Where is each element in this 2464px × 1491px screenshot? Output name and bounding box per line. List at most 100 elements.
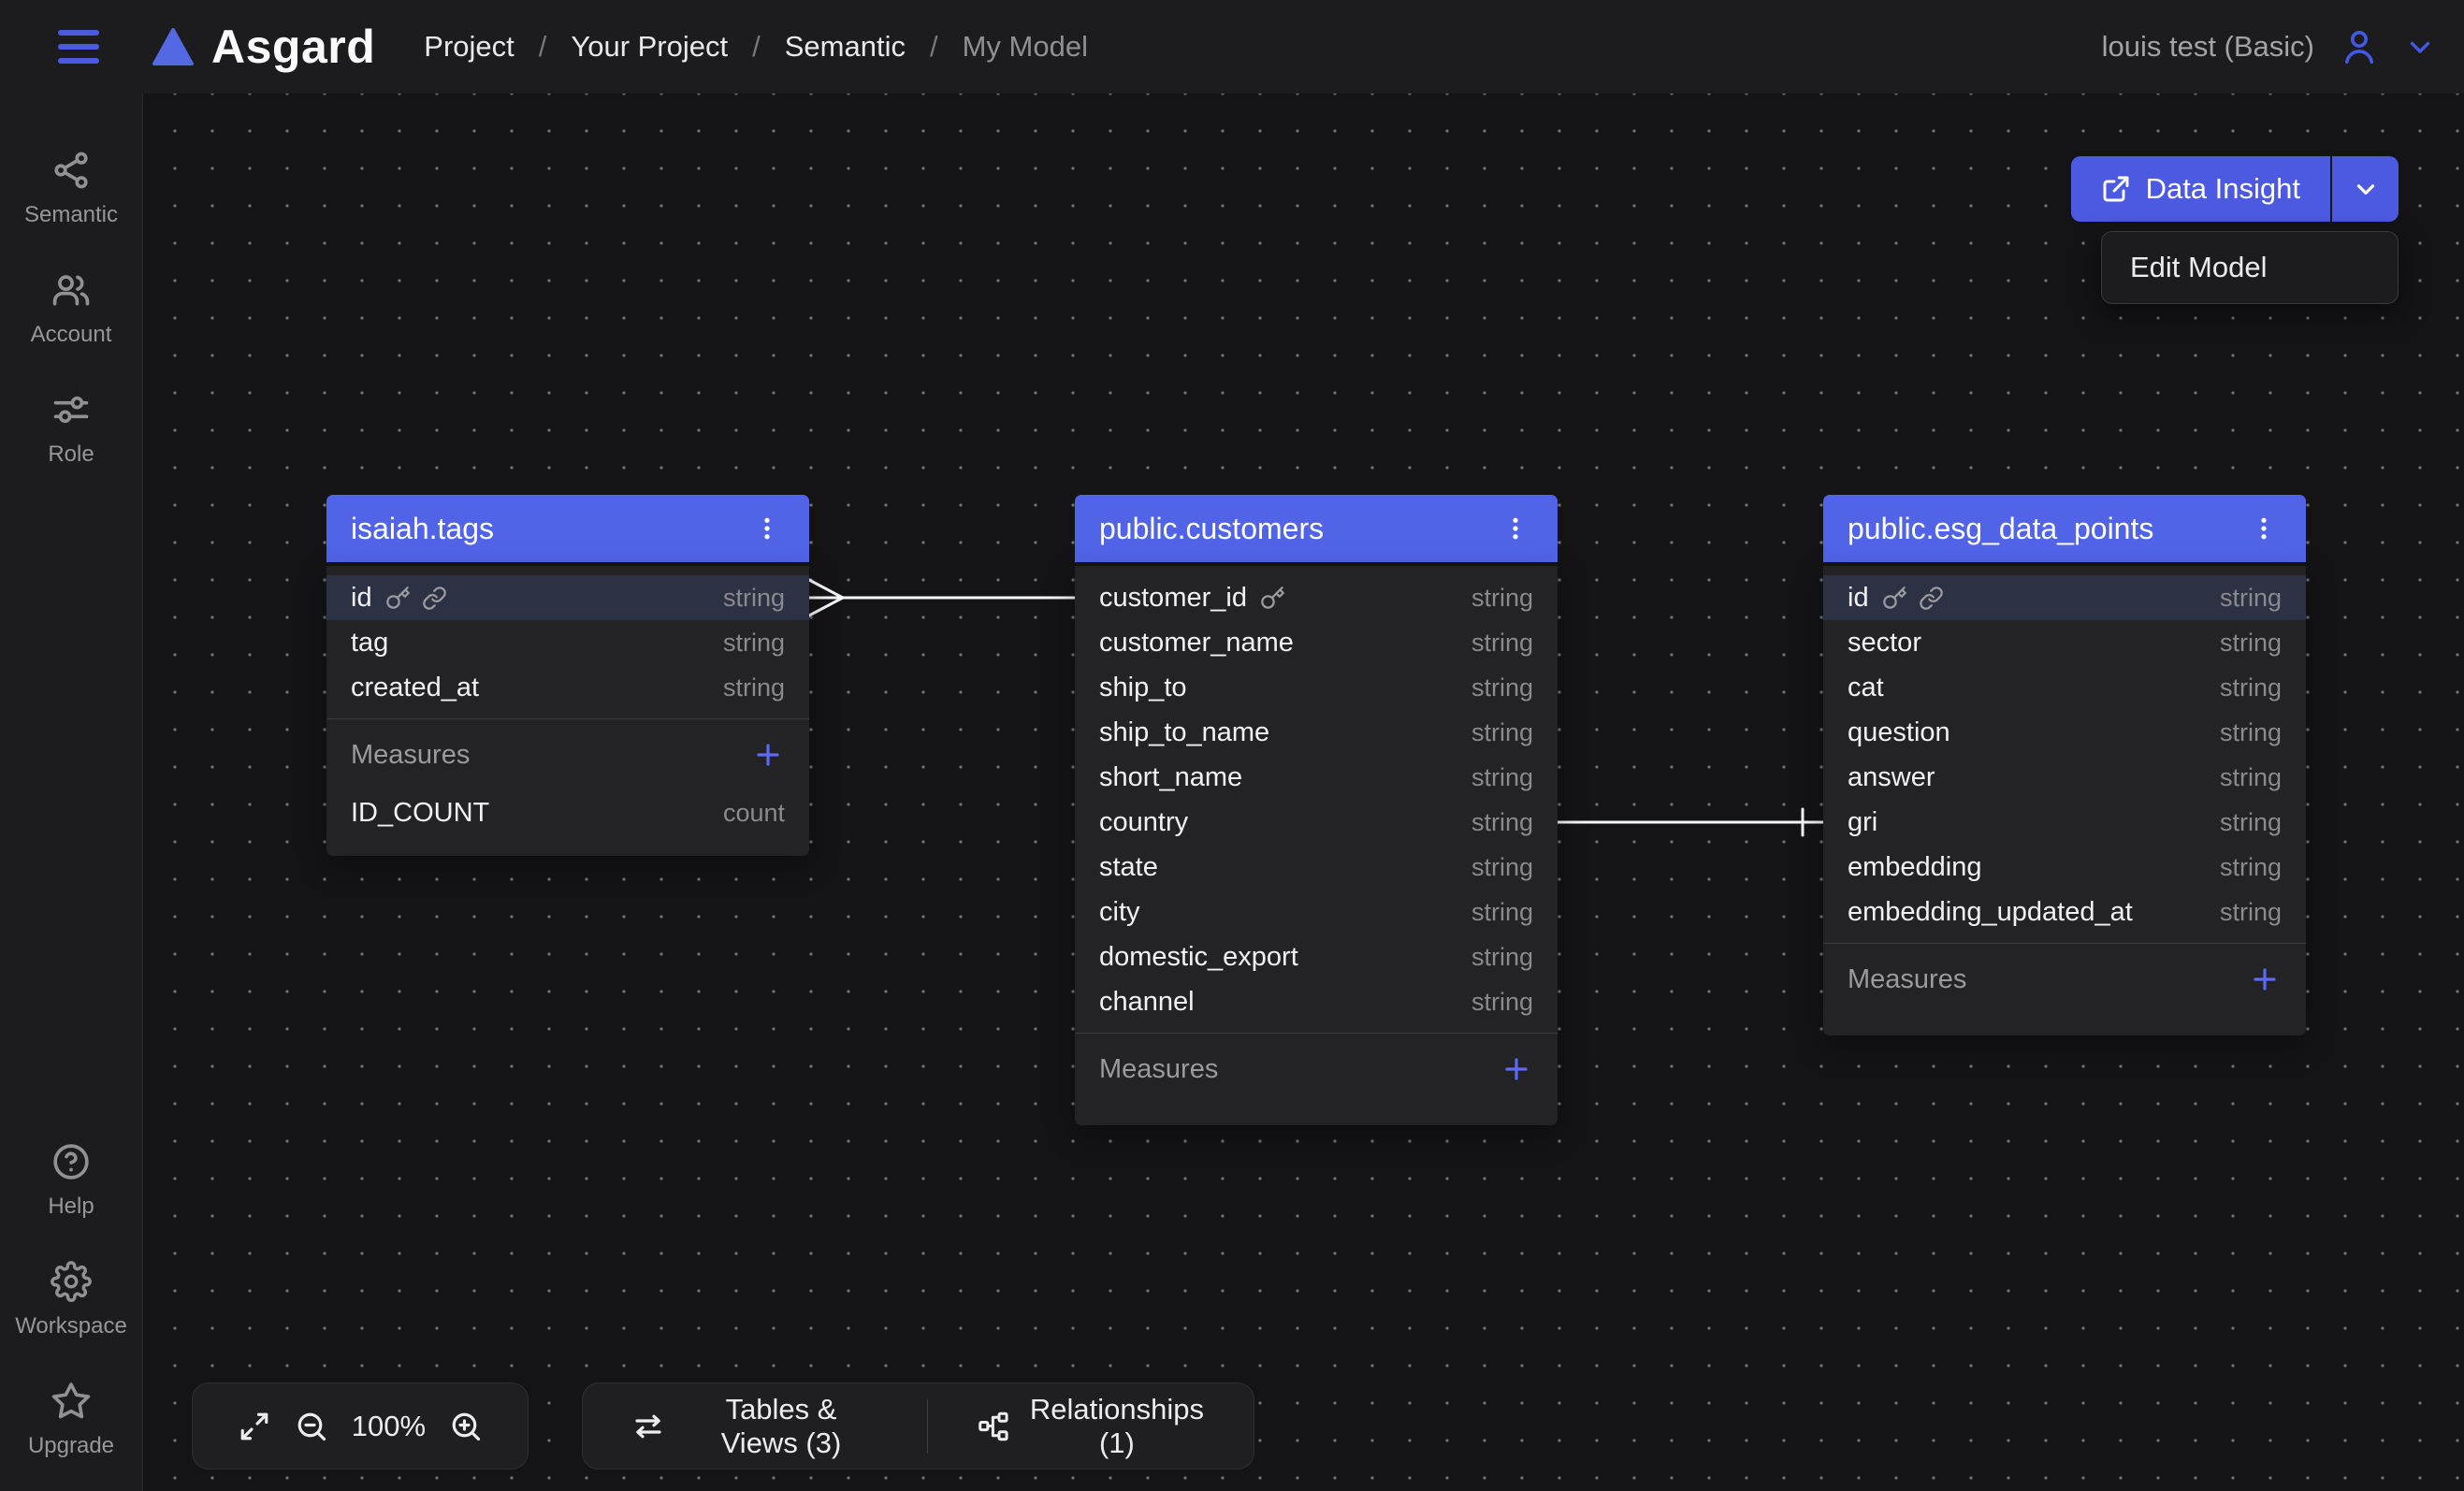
column-row[interactable]: countrystring [1075,800,1558,845]
table-body: customer_idstringcustomer_namestringship… [1075,566,1558,1125]
column-row[interactable]: ship_tostring [1075,665,1558,710]
column-row[interactable]: statestring [1075,845,1558,890]
column-name: short_name [1099,762,1242,793]
column-row[interactable]: channelstring [1075,979,1558,1024]
column-name: embedding_updated_at [1848,897,2133,928]
kebab-menu-icon[interactable] [749,511,785,546]
column-type: string [2220,853,2282,882]
measure-name: ID_COUNT [351,798,489,829]
breadcrumb-item[interactable]: Your Project [571,30,728,64]
column-row[interactable]: questionstring [1823,710,2306,755]
column-name: created_at [351,673,479,703]
breadcrumb-item[interactable]: Project [424,30,514,64]
table-header[interactable]: public.esg_data_points [1823,495,2306,562]
table-card: public.esg_data_points idstringsectorstr… [1823,495,2306,1035]
data-insight-dropdown-toggle[interactable] [2330,156,2399,222]
measures-label: Measures [1848,964,2248,995]
sidebar-item-upgrade[interactable]: Upgrade [28,1381,114,1459]
account-chevron-down-icon[interactable] [2404,31,2436,63]
tab-tables-views[interactable]: Tables & Views (3) [583,1393,927,1460]
table-header[interactable]: public.customers [1075,495,1558,562]
data-insight-button[interactable]: Data Insight [2071,156,2330,222]
app-window: Asgard Project/Your Project/Semantic/My … [0,0,2464,1491]
tab-relationships[interactable]: Relationships (1) [928,1393,1254,1460]
column-row[interactable]: citystring [1075,890,1558,934]
column-row[interactable]: short_namestring [1075,755,1558,800]
sidebar-item-label: Help [48,1194,94,1220]
key-icon [1260,586,1285,611]
table-header[interactable]: isaiah.tags [326,495,809,562]
sidebar-item-role[interactable]: Role [48,389,94,468]
table-title: isaiah.tags [351,512,749,546]
zoom-out-icon [295,1410,328,1443]
breadcrumb-separator: / [539,30,547,64]
edit-model-menu-item[interactable]: Edit Model [2102,232,2398,303]
user-plan-label: louis test (Basic) [2102,30,2314,64]
zoom-in-button[interactable] [449,1410,483,1443]
column-row[interactable]: gristring [1823,800,2306,845]
column-row[interactable]: catstring [1823,665,2306,710]
column-row[interactable]: embedding string [1823,845,2306,890]
column-type: string [1471,673,1533,702]
semantic-graph-icon [51,150,92,191]
column-type: string [1471,808,1533,837]
hamburger-menu-icon[interactable] [54,26,103,67]
column-row[interactable]: sectorstring [1823,620,2306,665]
sidebar-item-account[interactable]: Account [31,269,112,348]
column-type: string [723,629,785,658]
triangle-logo-icon [152,27,195,66]
sidebar-item-semantic[interactable]: Semantic [24,150,118,228]
column-name: state [1099,852,1158,883]
column-row[interactable]: idstring [326,575,809,620]
column-row[interactable]: domestic_exportstring [1075,934,1558,979]
add-measure-button[interactable] [1500,1052,1533,1086]
column-name: ship_to_name [1099,717,1269,748]
column-name: id [1848,583,1869,614]
column-row[interactable]: answerstring [1823,755,2306,800]
table-card: isaiah.tags idstringtagstringcreated_ats… [326,495,809,856]
fit-view-button[interactable] [238,1410,271,1443]
top-bar: Asgard Project/Your Project/Semantic/My … [0,0,2464,94]
add-measure-button[interactable] [751,738,785,772]
users-icon [51,269,92,311]
column-name: answer [1848,762,1935,793]
star-icon [51,1381,92,1422]
sliders-icon [51,389,92,430]
tab-label: Relationships (1) [1029,1393,1205,1460]
column-name: id [351,583,372,614]
breadcrumb-separator: / [752,30,761,64]
sidebar-item-help[interactable]: Help [48,1141,94,1220]
column-row[interactable]: tagstring [326,620,809,665]
column-row[interactable]: ship_to_namestring [1075,710,1558,755]
column-row[interactable]: customer_idstring [1075,575,1558,620]
key-icon [1882,586,1907,611]
kebab-menu-icon[interactable] [2246,511,2282,546]
column-type: string [1471,898,1533,927]
measures-label: Measures [1099,1054,1500,1085]
breadcrumb-item[interactable]: Semantic [785,30,906,64]
column-name: embedding [1848,852,1982,883]
kebab-menu-icon[interactable] [1498,511,1533,546]
sidebar-item-label: Semantic [24,202,118,228]
column-row[interactable]: created_atstring [326,665,809,710]
column-icons [385,586,447,611]
link-icon [1919,586,1944,611]
relationships-schema-icon [977,1410,1010,1443]
tab-label: Tables & Views (3) [684,1393,878,1460]
zoom-out-button[interactable] [295,1410,328,1443]
model-canvas[interactable]: isaiah.tags idstringtagstringcreated_ats… [143,94,2464,1491]
add-measure-button[interactable] [2248,963,2282,996]
column-name: cat [1848,673,1884,703]
user-avatar-icon[interactable] [2339,26,2380,67]
measure-row[interactable]: ID_COUNTcount [351,790,785,835]
column-row[interactable]: customer_namestring [1075,620,1558,665]
table-card: public.customers customer_idstringcustom… [1075,495,1558,1125]
column-row[interactable]: idstring [1823,575,2306,620]
column-row[interactable]: embedding_updated_atstring [1823,890,2306,934]
column-type: string [1471,584,1533,613]
sidebar-item-workspace[interactable]: Workspace [15,1261,127,1339]
column-name: question [1848,717,1950,748]
link-icon [422,586,447,611]
external-link-icon [2101,174,2131,204]
sidebar-item-label: Workspace [15,1313,127,1339]
